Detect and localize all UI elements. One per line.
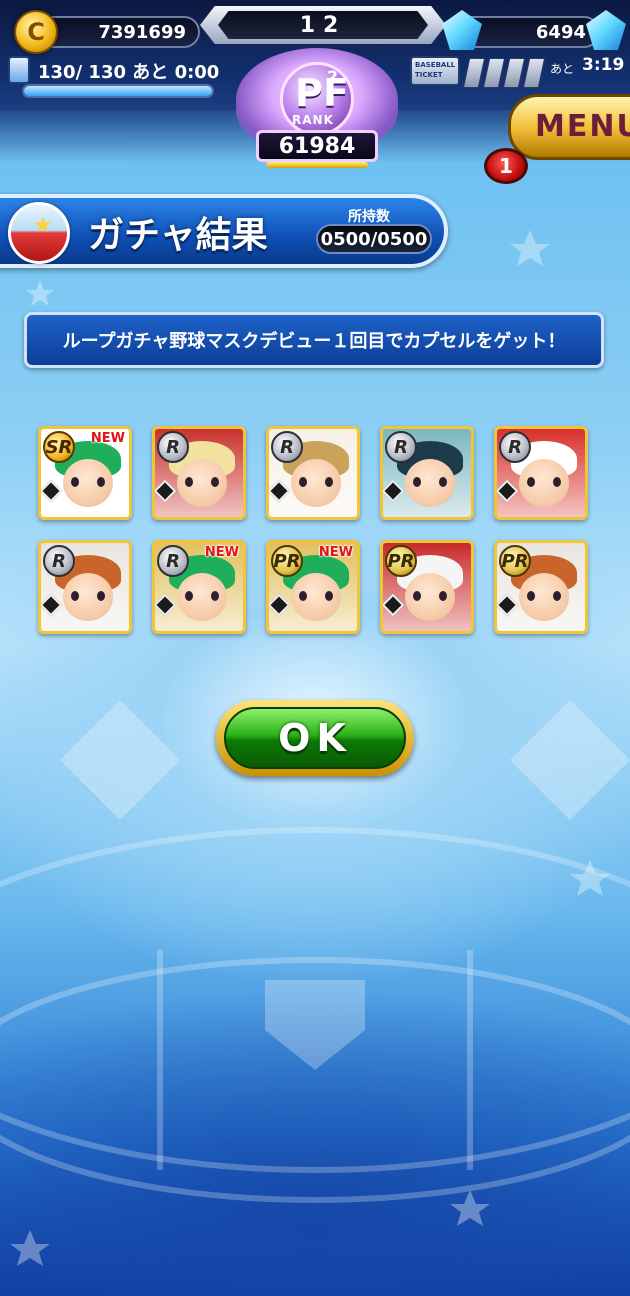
rarity-badge: PR (385, 545, 417, 577)
rank-value-text: 61984 (278, 133, 356, 159)
rank-badge: PF 2 RANK (280, 62, 354, 136)
character-card[interactable]: R (38, 540, 132, 634)
new-tag: NEW (204, 545, 239, 560)
menu-label: MENU (535, 109, 630, 144)
character-eyes (71, 477, 105, 487)
ok-label: OK (278, 716, 352, 760)
diamond-icon (269, 593, 291, 617)
ticket-slots (462, 58, 546, 88)
ticket-timer-label: あと (550, 62, 575, 76)
character-eyes (71, 591, 105, 601)
character-card[interactable]: R (266, 426, 360, 520)
character-eyes (527, 477, 561, 487)
character-eyes (413, 477, 447, 487)
diamond-icon (41, 593, 63, 617)
rarity-badge: SR (43, 431, 75, 463)
diamond-icon (383, 479, 405, 503)
owned-count-value: 0500/0500 (320, 228, 428, 250)
rarity-badge: R (43, 545, 75, 577)
diamond-icon (383, 593, 405, 617)
character-card[interactable]: R (380, 426, 474, 520)
stamina-drink-icon (8, 56, 30, 84)
rarity-badge: R (271, 431, 303, 463)
rank-progress-bar (266, 162, 368, 168)
new-tag: NEW (318, 545, 353, 560)
character-card[interactable]: PR (380, 540, 474, 634)
character-card[interactable]: PR (494, 540, 588, 634)
rarity-badge: R (385, 431, 417, 463)
diamond-icon (497, 479, 519, 503)
gem-amount: 6494 (535, 21, 586, 43)
result-message-banner: ループガチャ野球マスクデビュー１回目でカプセルをゲット！ (24, 312, 604, 368)
ok-button-face: OK (224, 707, 406, 769)
rank-word: RANK (292, 113, 334, 127)
character-card[interactable]: R (152, 426, 246, 520)
ticket-slot (502, 58, 526, 88)
diamond-icon (41, 479, 63, 503)
rarity-badge: PR (499, 545, 531, 577)
character-card[interactable]: R NEW (152, 540, 246, 634)
character-eyes (299, 477, 333, 487)
star-icon: ★ (33, 213, 53, 238)
character-card[interactable]: R (494, 426, 588, 520)
new-tag: NEW (90, 431, 125, 446)
ticket-slot (522, 58, 546, 88)
rarity-badge: R (157, 545, 189, 577)
character-eyes (527, 591, 561, 601)
player-level-value: 12 (299, 12, 347, 38)
character-card[interactable]: SR NEW (38, 426, 132, 520)
diamond-icon (155, 593, 177, 617)
stamina-bar-fill (24, 86, 212, 96)
ticket-timer: 3:19 (582, 55, 625, 75)
stamina-recovery-label: あと (132, 62, 169, 83)
stamina-value: 130/ 130 (38, 62, 126, 83)
rarity-badge: R (499, 431, 531, 463)
card-grid: SR NEW R R R R R R NEW PR NEW PR PR (38, 426, 592, 634)
page-title: ガチャ結果 (88, 215, 268, 256)
character-eyes (185, 591, 219, 601)
baseball-ticket-icon: BASEBALL TICKET (410, 56, 460, 86)
ticket-slot (482, 58, 506, 88)
rank-letters: PF (295, 71, 349, 115)
owned-count-label: 所持数 (348, 209, 390, 225)
owned-count: 0500/0500 (316, 224, 432, 254)
ok-button[interactable]: OK (216, 700, 414, 776)
menu-notification-badge: 1 (484, 148, 528, 184)
rarity-badge: R (157, 431, 189, 463)
character-card[interactable]: PR NEW (266, 540, 360, 634)
result-message: ループガチャ野球マスクデビュー１回目でカプセルをゲット！ (62, 331, 566, 352)
stamina-readout: 130/ 130 あと 0:00 (38, 58, 219, 84)
ticket-slot (462, 58, 486, 88)
coin-icon: C (14, 10, 58, 54)
diamond-icon (269, 479, 291, 503)
menu-button[interactable]: MENU (508, 94, 630, 160)
menu-badge-count: 1 (499, 154, 513, 178)
rank-superscript: 2 (327, 67, 339, 86)
rarity-badge: PR (271, 545, 303, 577)
rank-emblem[interactable]: PF 2 RANK 61984 (236, 48, 398, 168)
stamina-bar (22, 84, 214, 98)
diamond-icon (155, 479, 177, 503)
character-eyes (185, 477, 219, 487)
stamina-recovery-time: 0:00 (174, 62, 220, 83)
rank-value: 61984 (256, 130, 378, 162)
diamond-icon (497, 593, 519, 617)
character-eyes (413, 591, 447, 601)
capsule-icon: ★ (8, 202, 70, 264)
coin-amount: 7391699 (98, 21, 186, 43)
character-eyes (299, 591, 333, 601)
ticket-label: BASEBALL TICKET (415, 61, 456, 79)
player-level: 12 (218, 11, 428, 39)
